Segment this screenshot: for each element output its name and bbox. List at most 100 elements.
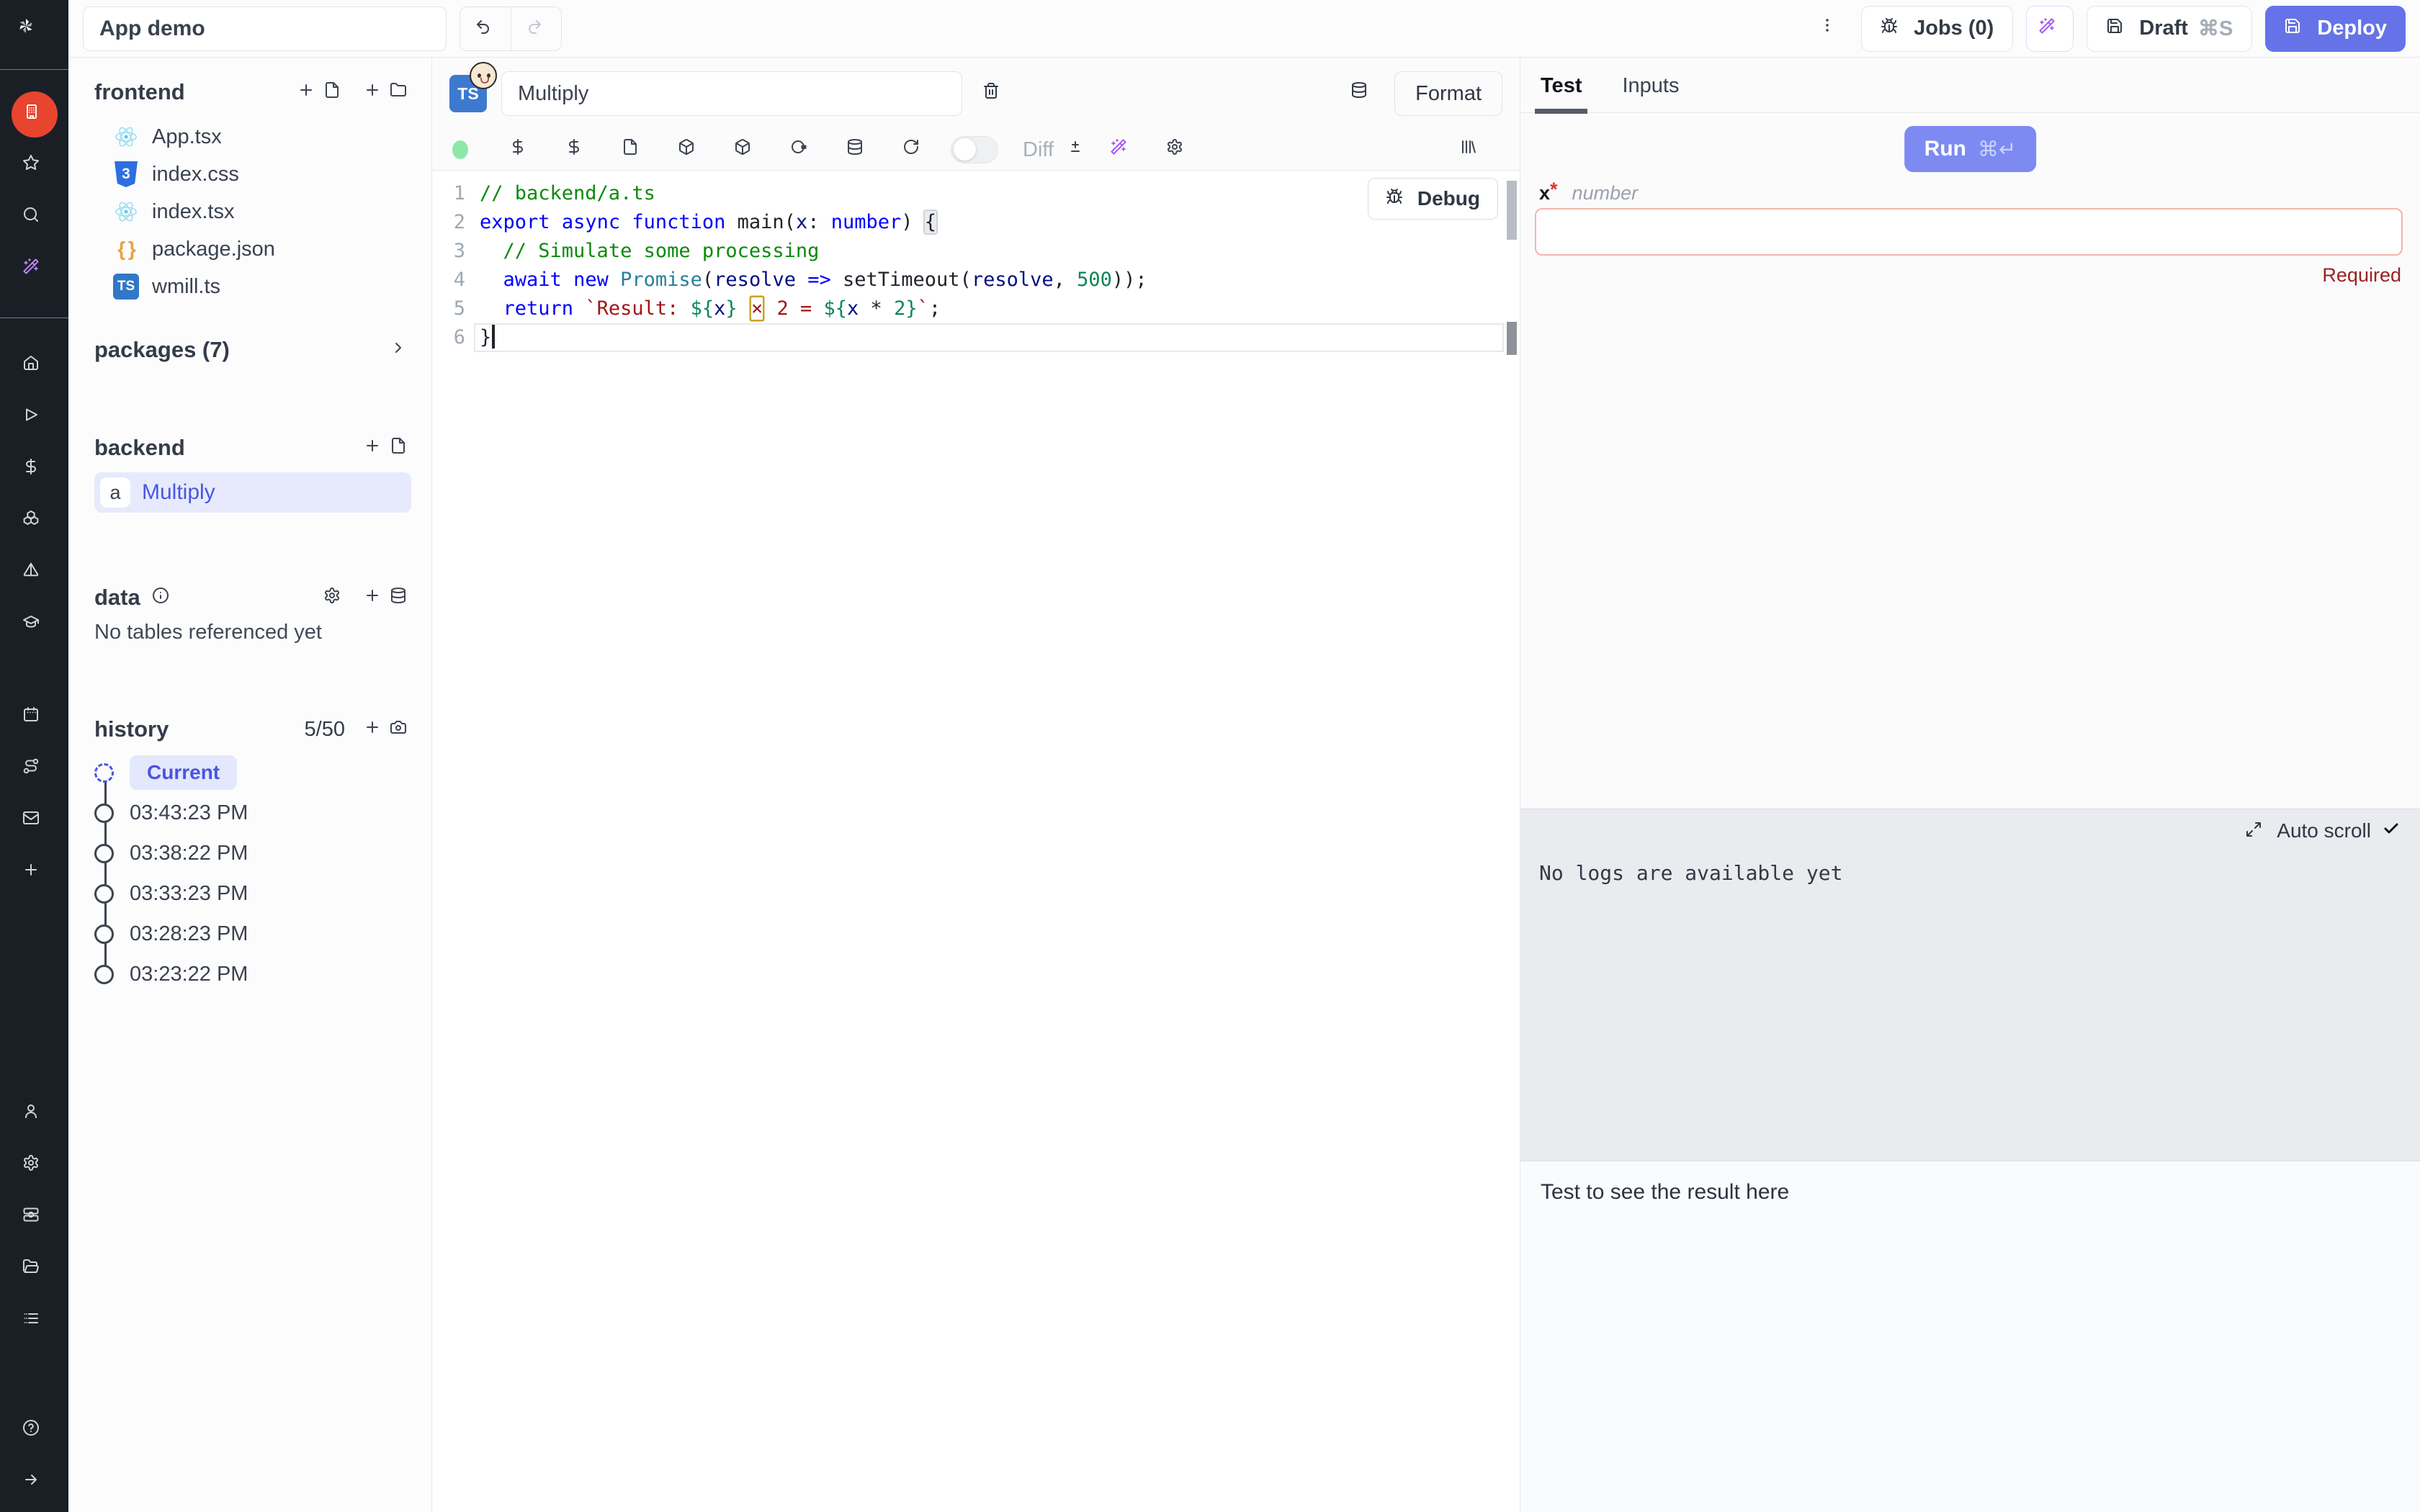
code-line[interactable]: 2export async function main(x: number) { (432, 208, 1504, 237)
line-number: 5 (432, 294, 465, 323)
jobs-button[interactable]: Jobs (0) (1861, 6, 2013, 52)
add-table-button[interactable] (364, 587, 411, 608)
flows-route-icon[interactable] (12, 747, 58, 793)
home-icon[interactable] (12, 343, 58, 390)
toolbar-database-icon[interactable] (830, 138, 886, 162)
current-version-pill[interactable]: Current (130, 755, 237, 790)
text-cursor (492, 324, 495, 348)
add-file-button[interactable] (297, 81, 345, 103)
package-box-icon-2[interactable] (717, 138, 774, 162)
expand-rail-arrow-icon[interactable] (12, 1460, 58, 1506)
autoscroll-control[interactable]: Auto scroll (2245, 819, 2404, 842)
triggers-pyramid-icon[interactable] (12, 551, 58, 597)
line-content: export async function main(x: number) { (465, 208, 936, 237)
info-icon[interactable] (152, 587, 174, 608)
packages-row[interactable]: packages (7) (94, 337, 411, 363)
history-entry[interactable]: 03:38:22 PM (94, 833, 411, 873)
code-line[interactable]: 3 // Simulate some processing (432, 237, 1504, 266)
mail-icon[interactable] (12, 798, 58, 845)
bun-icon (470, 62, 497, 89)
add-snapshot-button[interactable] (364, 719, 411, 740)
user-icon[interactable] (12, 1092, 58, 1138)
ai-wand-icon[interactable] (1094, 138, 1150, 162)
folders-icon[interactable] (12, 1247, 58, 1293)
run-button[interactable]: Run ⌘↵ (1904, 126, 2037, 172)
json-braces-icon: { } (113, 236, 139, 262)
diff-toggle[interactable] (951, 136, 998, 163)
version-timestamp: 03:33:23 PM (130, 882, 248, 906)
ai-assistant-button[interactable] (2026, 6, 2074, 52)
draft-button[interactable]: Draft ⌘S (2087, 6, 2252, 52)
more-menu-kebab-icon[interactable] (1814, 12, 1848, 46)
audit-list-icon[interactable] (12, 1299, 58, 1345)
editor-settings-gear-icon[interactable] (1150, 138, 1206, 162)
windmill-logo[interactable] (0, 0, 68, 70)
database-icon (390, 587, 411, 608)
backend-item-multiply[interactable]: a Multiply (94, 472, 411, 513)
tutorials-cap-icon[interactable] (12, 603, 58, 649)
workers-server-icon[interactable] (12, 1195, 58, 1241)
help-icon[interactable] (12, 1408, 58, 1454)
undo-button[interactable] (460, 7, 511, 50)
logs-empty-text: No logs are available yet (1539, 861, 2401, 885)
favorites-star-icon[interactable] (12, 143, 58, 189)
search-icon[interactable] (12, 195, 58, 241)
ai-wand-icon[interactable] (12, 247, 58, 293)
deploy-button[interactable]: Deploy (2265, 6, 2406, 52)
script-file-icon[interactable] (605, 138, 661, 162)
package-box-icon[interactable] (661, 138, 717, 162)
history-entry[interactable]: 03:33:23 PM (94, 873, 411, 914)
app-name-input[interactable] (83, 6, 447, 51)
contextual-variable-dollar-icon[interactable] (549, 138, 605, 162)
redo-button[interactable] (511, 7, 561, 50)
history-entry[interactable]: 03:28:23 PM (94, 914, 411, 954)
add-backend-script-button[interactable] (364, 437, 411, 459)
schedules-calendar-icon[interactable] (12, 695, 58, 741)
code-line[interactable]: 5 return `Result: ${x} × 2 = ${x * 2}`; (432, 294, 1504, 323)
draft-shortcut: ⌘S (2198, 16, 2233, 41)
tab-test[interactable]: Test (1541, 74, 1582, 112)
variables-dollar-icon[interactable] (493, 138, 549, 162)
code-editor[interactable]: Debug 1// backend/a.ts2export async func… (432, 170, 1520, 1512)
x-number-input[interactable] (1535, 208, 2403, 256)
version-timestamp: 03:28:23 PM (130, 922, 248, 946)
variables-dollar-icon[interactable] (12, 447, 58, 493)
react-icon (113, 124, 139, 150)
editor-database-icon[interactable] (1345, 76, 1380, 111)
format-button[interactable]: Format (1394, 71, 1502, 116)
file-item[interactable]: 3index.css (94, 156, 411, 193)
file-item[interactable]: App.tsx (94, 118, 411, 156)
scrollbar-thumb[interactable] (1507, 181, 1517, 240)
diff-icon[interactable] (1061, 139, 1094, 161)
reload-icon[interactable] (886, 138, 942, 162)
file-item[interactable]: { }package.json (94, 230, 411, 268)
line-content: } (465, 323, 495, 352)
runs-play-icon[interactable] (12, 395, 58, 441)
history-entry[interactable]: 03:23:22 PM (94, 954, 411, 994)
deploy-label: Deploy (2317, 17, 2387, 40)
code-line[interactable]: 6} (432, 323, 1504, 352)
script-name-input[interactable] (501, 71, 962, 116)
library-icon[interactable] (1443, 138, 1500, 162)
expand-icon (2245, 821, 2265, 841)
line-content: // Simulate some processing (465, 237, 819, 266)
delete-script-trash-icon[interactable] (977, 76, 1011, 111)
settings-gear-icon[interactable] (12, 1143, 58, 1189)
editor-scrollbar[interactable] (1504, 171, 1520, 1512)
file-item[interactable]: TSwmill.ts (94, 268, 411, 305)
wand-icon (2038, 17, 2061, 40)
add-folder-button[interactable] (364, 81, 411, 103)
code-line[interactable]: 1// backend/a.ts (432, 179, 1504, 208)
code-line[interactable]: 4 await new Promise(resolve => setTimeou… (432, 266, 1504, 294)
tab-inputs[interactable]: Inputs (1622, 74, 1679, 112)
resources-boxes-icon[interactable] (12, 499, 58, 545)
history-entry[interactable]: 03:43:23 PM (94, 793, 411, 833)
assets-icon[interactable] (774, 138, 830, 162)
file-item[interactable]: index.tsx (94, 193, 411, 230)
folder-icon (390, 81, 411, 103)
workspace-icon[interactable] (12, 91, 58, 138)
debug-button[interactable]: Debug (1368, 178, 1498, 220)
version-dot (94, 884, 114, 904)
add-plus-icon[interactable] (12, 850, 58, 896)
data-settings-gear-icon[interactable] (323, 587, 345, 608)
